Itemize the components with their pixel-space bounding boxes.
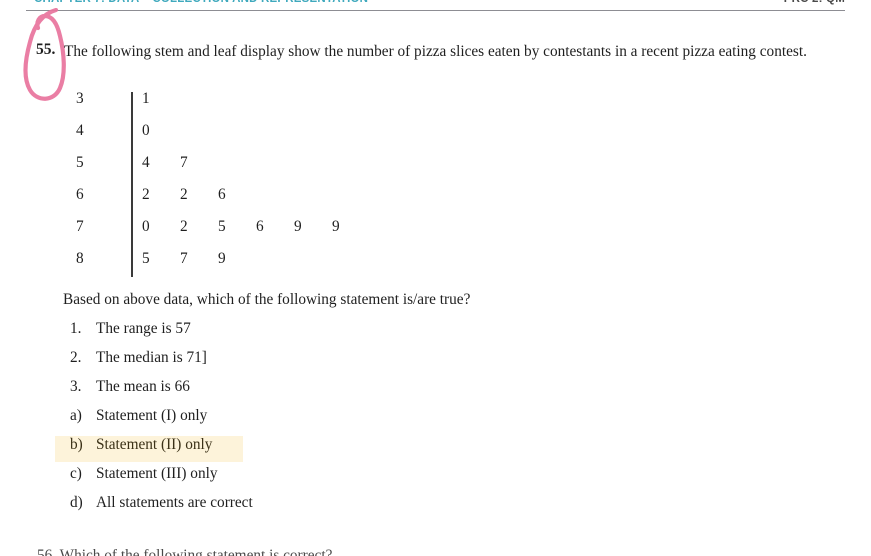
stem-leaf-row: 7 0 2 5 6 9 9	[60, 218, 390, 250]
leaf-value: 1	[142, 90, 150, 107]
option-marker: c)	[70, 465, 82, 482]
leaf-value: 5	[218, 218, 226, 235]
stem-value: 5	[76, 154, 84, 171]
option-label: Statement (II) only	[96, 436, 213, 453]
stem-value: 8	[76, 250, 84, 267]
answer-option-b[interactable]: b) Statement (II) only	[55, 436, 243, 462]
leaf-value: 4	[142, 154, 150, 171]
leaf-value: 0	[142, 122, 150, 139]
answer-option-a[interactable]: a) Statement (I) only	[55, 407, 455, 433]
statement-label: The median is 71]	[96, 349, 207, 366]
leaf-value: 5	[142, 250, 150, 267]
statement-item: 3. The mean is 66	[0, 378, 600, 402]
option-marker: d)	[70, 494, 83, 511]
leaf-value: 0	[142, 218, 150, 235]
stem-leaf-row: 8 5 7 9	[60, 250, 390, 282]
stem-leaf-row: 5 4 7	[60, 154, 390, 186]
answer-option-c[interactable]: c) Statement (III) only	[55, 465, 455, 491]
statement-marker: 2.	[70, 349, 82, 366]
stem-value: 7	[76, 218, 84, 235]
option-marker: b)	[70, 436, 83, 453]
statement-label: The range is 57	[96, 320, 191, 337]
next-question-text: 56. Which of the following statement is …	[37, 547, 333, 556]
question-block: 55. The following stem and leaf display …	[0, 0, 871, 556]
leaf-value: 6	[218, 186, 226, 203]
stem-and-leaf-display: 3140547622670256998579	[60, 90, 390, 280]
leaf-value: 9	[294, 218, 302, 235]
leaf-value: 6	[256, 218, 264, 235]
statement-marker: 3.	[70, 378, 82, 395]
option-marker: a)	[70, 407, 82, 424]
next-question-preview: 56. Which of the following statement is …	[37, 546, 537, 556]
leaf-value: 2	[180, 218, 188, 235]
leaf-value: 9	[332, 218, 340, 235]
option-label: All statements are correct	[96, 494, 253, 511]
leaf-value: 7	[180, 250, 188, 267]
statement-label: The mean is 66	[96, 378, 190, 395]
stem-leaf-row: 40	[60, 122, 390, 154]
option-label: Statement (III) only	[96, 465, 218, 482]
answer-option-d[interactable]: d) All statements are correct	[55, 494, 455, 520]
statement-item: 2. The median is 71]	[0, 349, 600, 373]
leaf-value: 9	[218, 250, 226, 267]
option-label: Statement (I) only	[96, 407, 208, 424]
stem-value: 6	[76, 186, 84, 203]
leaf-value: 2	[142, 186, 150, 203]
stem-value: 4	[76, 122, 84, 139]
question-text: The following stem and leaf display show…	[64, 43, 807, 60]
statement-item: 1. The range is 57	[0, 320, 600, 344]
leaf-value: 7	[180, 154, 188, 171]
stem-leaf-row: 31	[60, 90, 390, 122]
statement-marker: 1.	[70, 320, 82, 337]
question-prompt: Based on above data, which of the follow…	[63, 291, 471, 308]
stem-leaf-row: 6 2 2 6	[60, 186, 390, 218]
question-number: 55.	[36, 41, 56, 58]
stem-value: 3	[76, 90, 84, 107]
leaf-value: 2	[180, 186, 188, 203]
